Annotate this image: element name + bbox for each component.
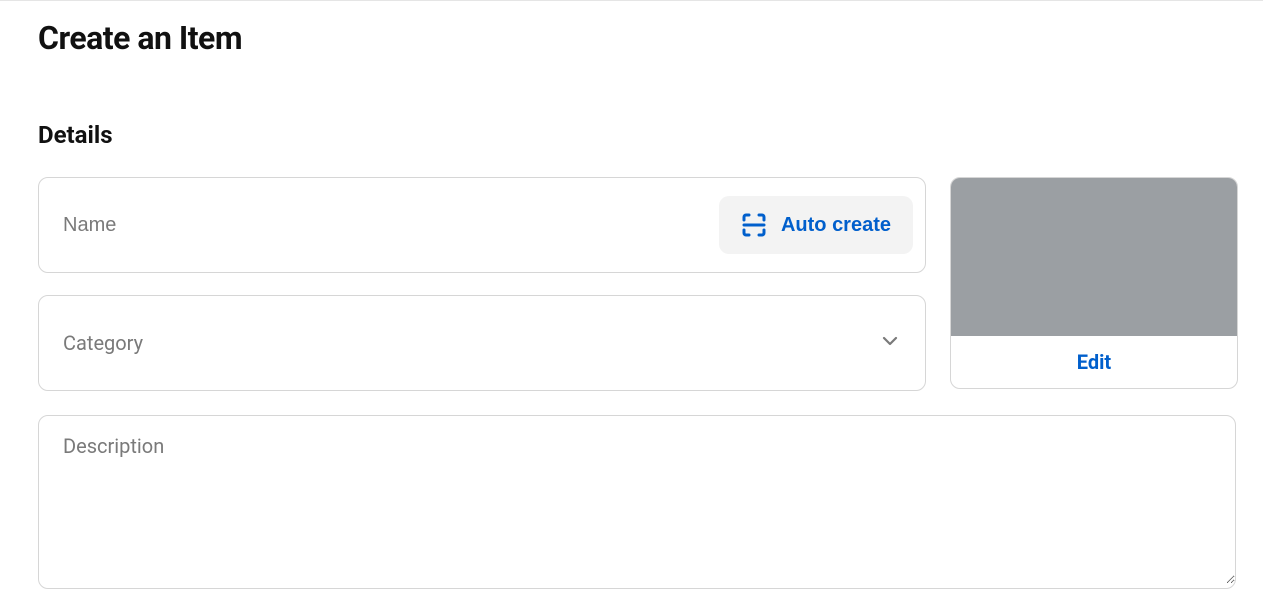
image-edit-button[interactable]: Edit [951,336,1237,388]
auto-create-label: Auto create [781,214,891,237]
description-field-container [38,415,1236,589]
description-textarea[interactable] [39,416,1235,584]
image-preview [951,178,1237,336]
chevron-down-icon [879,330,901,356]
category-select[interactable]: Category [38,295,926,391]
name-field-container: Auto create [38,177,926,273]
category-placeholder: Category [63,331,143,355]
scan-icon [741,212,767,238]
image-card: Edit [950,177,1238,389]
auto-create-button[interactable]: Auto create [719,196,913,254]
details-section-title: Details [38,121,1225,149]
name-input[interactable] [63,178,719,272]
page-title: Create an Item [38,19,1225,57]
